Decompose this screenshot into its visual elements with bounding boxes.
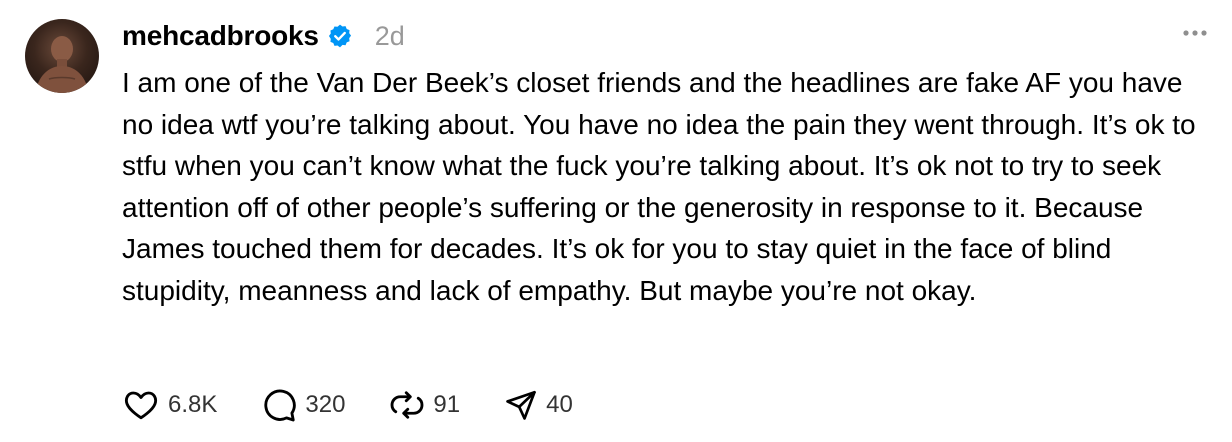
action-bar: 6.8K 320 91 40 <box>122 383 573 427</box>
thread-post: mehcadbrooks 2d I am one of the Van Der … <box>0 0 1232 442</box>
repost-count: 91 <box>433 391 461 418</box>
avatar[interactable] <box>25 19 99 93</box>
comment-count: 320 <box>305 391 346 418</box>
post-header: mehcadbrooks 2d <box>122 16 405 56</box>
repost-icon <box>390 391 424 419</box>
comment-bubble-icon <box>264 389 297 422</box>
repost-button[interactable]: 91 <box>389 387 460 423</box>
like-count: 6.8K <box>168 391 218 418</box>
share-button[interactable]: 40 <box>504 388 573 422</box>
like-button[interactable]: 6.8K <box>122 387 217 423</box>
username[interactable]: mehcadbrooks <box>122 20 319 52</box>
verified-badge-icon <box>327 23 353 49</box>
post-timestamp: 2d <box>374 20 405 51</box>
heart-icon <box>124 391 158 420</box>
send-icon <box>506 390 536 420</box>
more-options-icon[interactable] <box>1180 22 1210 44</box>
share-count: 40 <box>546 391 573 418</box>
comment-button[interactable]: 320 <box>261 387 345 423</box>
avatar-portrait <box>35 36 89 93</box>
post-text: I am one of the Van Der Beek’s closet fr… <box>122 67 1196 306</box>
